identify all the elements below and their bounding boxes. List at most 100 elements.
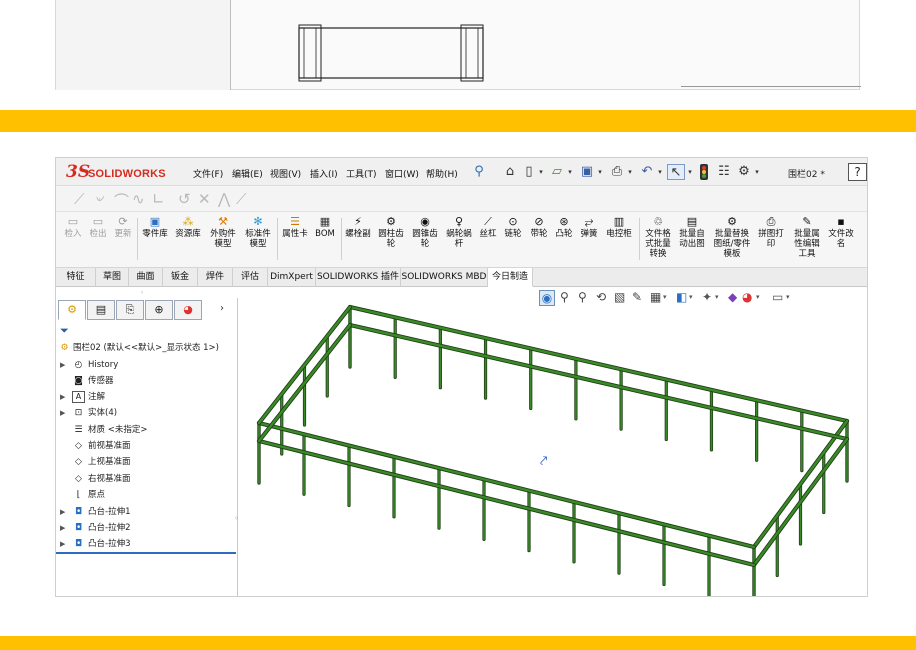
slide-canvas: 3S SOLIDWORKS 文件(F) 编辑(E) 视图(V) 插入(I) 工具… — [0, 0, 916, 650]
ribbon-auto-drawing-button[interactable]: ▤ 批量自 动出图 — [676, 216, 708, 250]
tree-item-label: 右视基准面 — [88, 474, 131, 484]
tab-sheet-metal[interactable]: 钣金 — [163, 268, 198, 287]
ribbon-batch-format-button[interactable]: ♲ 文件格 式批量 转换 — [642, 216, 674, 260]
new-document-icon[interactable]: ▯ — [522, 164, 536, 180]
rebuild-icon[interactable] — [699, 164, 709, 180]
expand-arrow-icon[interactable]: ▶ — [60, 357, 65, 373]
dimxpert-manager-tab-icon[interactable]: ⊕ — [145, 300, 173, 320]
menu-tools[interactable]: 工具(T) — [346, 167, 377, 180]
select-icon[interactable]: ↖ — [667, 164, 685, 180]
panel-grip-icon[interactable]: ◦ — [140, 289, 144, 297]
save-dropdown-icon[interactable]: ▾ — [596, 164, 604, 180]
batch-replace-icon: ⚙ — [727, 215, 737, 228]
ribbon-rename-button[interactable]: ▪ 文件改 名 — [826, 216, 856, 250]
bom-icon: ▦ — [319, 215, 331, 228]
undo-icon[interactable]: ↶ — [639, 164, 655, 180]
ribbon-bevel-gear-button[interactable]: ◉ 圆锥齿 轮 — [410, 216, 440, 250]
sketch-toolbar-disabled: ⟋ ৺ ⌒ ∿ ∟ ↺ ✕ ⋀ ⟋ — [56, 186, 867, 212]
ribbon-lead-screw-button[interactable]: ⟋ 丝杠 — [477, 216, 499, 240]
solid-body-icon: ⊡ — [74, 408, 83, 418]
ribbon-bom-button[interactable]: ▦ BOM — [312, 215, 338, 240]
chevron-right-icon[interactable]: › — [220, 303, 224, 314]
menu-help[interactable]: 帮助(H) — [426, 167, 458, 180]
menu-file[interactable]: 文件(F) — [193, 167, 223, 180]
ribbon-cam-button[interactable]: ⊛ 凸轮 — [553, 215, 575, 240]
ribbon-spring-button[interactable]: ⥂ 弹簧 — [578, 216, 600, 240]
display-manager-tab-icon[interactable]: ◕ — [174, 300, 202, 320]
filter-icon[interactable]: ⏷ — [60, 324, 69, 338]
ribbon-property-card-button[interactable]: ☰ 属性卡 — [281, 216, 309, 240]
expand-arrow-icon[interactable]: ▶ — [60, 520, 65, 536]
ds-logo-mark: 3S — [66, 162, 91, 182]
ribbon-cylindrical-gear-button[interactable]: ⚙ 圆柱齿 轮 — [376, 216, 406, 250]
worm-gear-icon: ♀ — [454, 215, 464, 228]
ribbon-print-tiles-button[interactable]: ⎙ 拼图打 印 — [756, 216, 786, 250]
property-manager-tab-icon[interactable]: ▤ — [87, 300, 115, 320]
save-icon[interactable]: ▣ — [579, 164, 595, 180]
ribbon-sprocket-button[interactable]: ⊙ 链轮 — [502, 216, 524, 240]
tab-solidworks-mbd[interactable]: SOLIDWORKS MBD — [401, 268, 488, 287]
home-icon[interactable]: ⌂ — [502, 164, 518, 180]
ribbon-worm-gear-button[interactable]: ♀ 蜗轮蜗 杆 — [444, 215, 474, 250]
expand-arrow-icon[interactable]: ▶ — [60, 389, 65, 405]
ribbon-label: 批量属 性编辑 工具 — [794, 229, 820, 259]
update-button[interactable]: ⟳ 更新 — [112, 216, 134, 240]
rollback-bar[interactable] — [56, 552, 236, 554]
menu-insert[interactable]: 插入(I) — [310, 167, 338, 180]
options-gear-icon[interactable]: ⚙ — [736, 164, 752, 180]
origin-icon: ⌊ — [76, 490, 81, 500]
undo-dropdown-icon[interactable]: ▾ — [656, 164, 664, 180]
ribbon-purchased-model-button[interactable]: ⚒ 外购件 模型 — [207, 216, 239, 250]
command-manager-ribbon: ▭ 检入 ▭ 检出 ⟳ 更新 ▣ 零件库 ⁂ 资源库 ⚒ 外购件 模型 ✻ 标准件 模型 ☰ 属… — [56, 212, 867, 268]
expand-arrow-icon[interactable]: ▶ — [60, 504, 65, 520]
tree-item-label: 凸台-拉伸3 — [88, 539, 131, 549]
tab-sketch[interactable]: 草图 — [96, 268, 129, 287]
ribbon-batch-property-button[interactable]: ✎ 批量属 性编辑 工具 — [790, 216, 824, 260]
tab-features[interactable]: 特征 — [56, 268, 96, 287]
ribbon-label: 带轮 — [530, 229, 548, 239]
menu-edit[interactable]: 编辑(E) — [232, 167, 263, 180]
check-out-button[interactable]: ▭ 检出 — [87, 216, 109, 240]
tab-dimxpert[interactable]: DimXpert — [268, 268, 316, 287]
expand-arrow-icon[interactable]: ▶ — [60, 536, 65, 552]
ribbon-label: 资源库 — [175, 229, 201, 239]
graphics-area[interactable] — [239, 298, 868, 597]
tab-surfaces[interactable]: 曲面 — [129, 268, 163, 287]
select-dropdown-icon[interactable]: ▾ — [686, 164, 694, 180]
sensor-icon: ◙ — [74, 376, 83, 386]
help-button[interactable]: ? — [848, 163, 867, 181]
configuration-manager-tab-icon[interactable]: ⎘ — [116, 300, 144, 320]
ribbon-batch-replace-button[interactable]: ⚙ 批量替换 图纸/零件 模板 — [711, 215, 753, 260]
open-dropdown-icon[interactable]: ▾ — [566, 164, 574, 180]
ribbon-control-cabinet-button[interactable]: ▥ 电控柜 — [604, 216, 634, 240]
ribbon-part-library-button[interactable]: ▣ 零件库 — [140, 216, 170, 240]
tab-today-manufacturing[interactable]: 今日制造 — [488, 268, 533, 287]
cam-icon: ⊛ — [559, 215, 569, 228]
tree-item-label: 材质 <未指定> — [88, 425, 148, 435]
trim-icon: ✕ — [198, 190, 211, 208]
ribbon-pulley-button[interactable]: ⊘ 带轮 — [528, 216, 550, 240]
file-properties-icon[interactable]: ☷ — [716, 164, 732, 180]
tree-item-label: 凸台-拉伸2 — [88, 523, 131, 533]
tab-solidworks-addins[interactable]: SOLIDWORKS 插件 — [316, 268, 401, 287]
print-dropdown-icon[interactable]: ▾ — [626, 164, 634, 180]
open-icon[interactable]: ▱ — [549, 164, 565, 180]
feature-manager-panel: ◦ ⚙ ▤ ⎘ ⊕ ◕ › ⏷ ⚙ 围栏02 (默认<<默认>_显示状态 1>)… — [56, 289, 239, 596]
print-icon[interactable]: ⎙ — [609, 164, 625, 180]
ribbon-resource-library-button[interactable]: ⁂ 资源库 — [173, 216, 203, 240]
new-dropdown-icon[interactable]: ▾ — [537, 164, 545, 180]
options-dropdown-icon[interactable]: ▾ — [753, 164, 761, 180]
extrude-icon: ◘ — [74, 507, 83, 517]
drawing-preview-statusbar — [681, 86, 861, 90]
ribbon-bolt-button[interactable]: ⚡ 螺栓副 — [344, 216, 372, 240]
pin-icon[interactable]: ⚲ — [472, 164, 486, 180]
tab-weldments[interactable]: 焊件 — [198, 268, 233, 287]
expand-arrow-icon[interactable]: ▶ — [60, 405, 65, 421]
panel-resize-handle-icon[interactable]: ◦ — [234, 514, 239, 523]
menu-view[interactable]: 视图(V) — [270, 167, 301, 180]
check-in-button[interactable]: ▭ 检入 — [62, 216, 84, 240]
tab-evaluate[interactable]: 评估 — [233, 268, 268, 287]
feature-tree-tab-icon[interactable]: ⚙ — [58, 300, 86, 320]
menu-window[interactable]: 窗口(W) — [385, 167, 419, 180]
ribbon-standard-model-button[interactable]: ✻ 标准件 模型 — [242, 216, 274, 250]
